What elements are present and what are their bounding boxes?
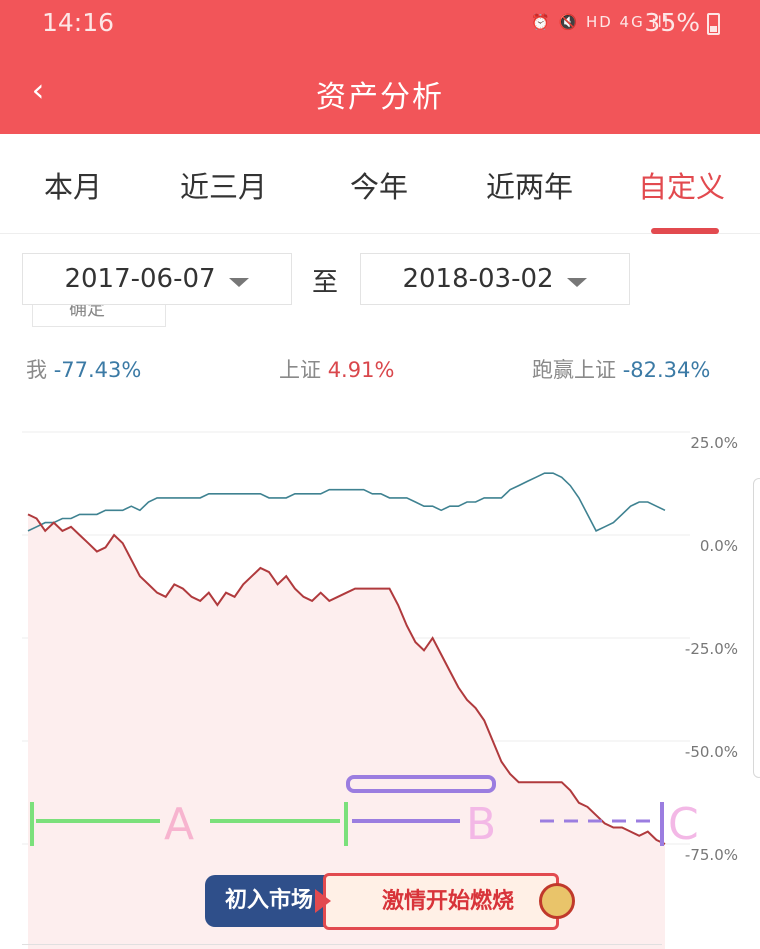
- tab-custom[interactable]: 自定义: [638, 164, 725, 206]
- annotation-label-c: C: [668, 799, 699, 850]
- start-date-select[interactable]: 2017-06-07: [22, 253, 292, 305]
- date-separator: 至: [312, 268, 339, 298]
- status-bar: 14:16 ⏰ 🔇 HD 4G ıll 35%: [0, 0, 760, 52]
- tab-this-month[interactable]: 本月: [44, 164, 102, 206]
- nav-bar: ‹ 资产分析: [0, 52, 760, 134]
- start-date-value: 2017-06-07: [64, 264, 216, 294]
- beat-label: 跑赢上证: [532, 358, 616, 382]
- tab-this-year[interactable]: 今年: [350, 164, 408, 206]
- y-tick-label: 0.0%: [700, 537, 738, 555]
- confirm-label: 确定: [69, 305, 105, 320]
- tab-three-months[interactable]: 近三月: [180, 164, 267, 206]
- caret-down-icon: [567, 278, 587, 287]
- banner-left: 初入市场: [205, 875, 333, 927]
- summary-beat: 跑赢上证 -82.34%: [532, 354, 710, 384]
- active-tab-indicator: [651, 228, 719, 234]
- summary-me: 我 -77.43%: [26, 354, 141, 384]
- page-title: 资产分析: [316, 80, 444, 115]
- banner-arrow-icon: [315, 889, 331, 913]
- me-value: -77.43%: [53, 358, 142, 382]
- confirm-button-partial[interactable]: 确定: [32, 305, 166, 327]
- promo-banner[interactable]: 初入市场 激情开始燃烧: [205, 873, 577, 930]
- y-tick-label: 25.0%: [690, 434, 738, 452]
- period-tabs: 本月 近三月 今年 近两年 自定义: [0, 134, 760, 234]
- performance-chart: 25.0%0.0%-25.0%-50.0%-75.0%A B C: [22, 431, 738, 949]
- battery-percent: 35%: [644, 8, 700, 37]
- tab-two-years[interactable]: 近两年: [486, 164, 573, 206]
- me-label: 我: [26, 358, 47, 382]
- status-time: 14:16: [42, 8, 115, 37]
- banner-right: 激情开始燃烧: [323, 873, 559, 930]
- y-tick-label: -25.0%: [685, 640, 738, 658]
- index-series-line: [27, 472, 666, 532]
- caret-down-icon: [229, 278, 249, 287]
- battery-icon: [707, 13, 720, 35]
- annotation-label-b: B: [466, 799, 496, 850]
- beat-value: -82.34%: [622, 358, 711, 382]
- end-date-select[interactable]: 2018-03-02: [360, 253, 630, 305]
- summary-index: 上证 4.91%: [279, 354, 394, 384]
- index-label: 上证: [279, 358, 321, 382]
- y-tick-label: -50.0%: [685, 743, 738, 761]
- bottom-divider: [22, 944, 662, 945]
- banner-badge-icon: [539, 883, 575, 919]
- index-value: 4.91%: [327, 358, 395, 382]
- annotation-label-a: A: [164, 799, 194, 850]
- end-date-value: 2018-03-02: [402, 264, 554, 294]
- chart-scroll-handle[interactable]: [753, 478, 760, 778]
